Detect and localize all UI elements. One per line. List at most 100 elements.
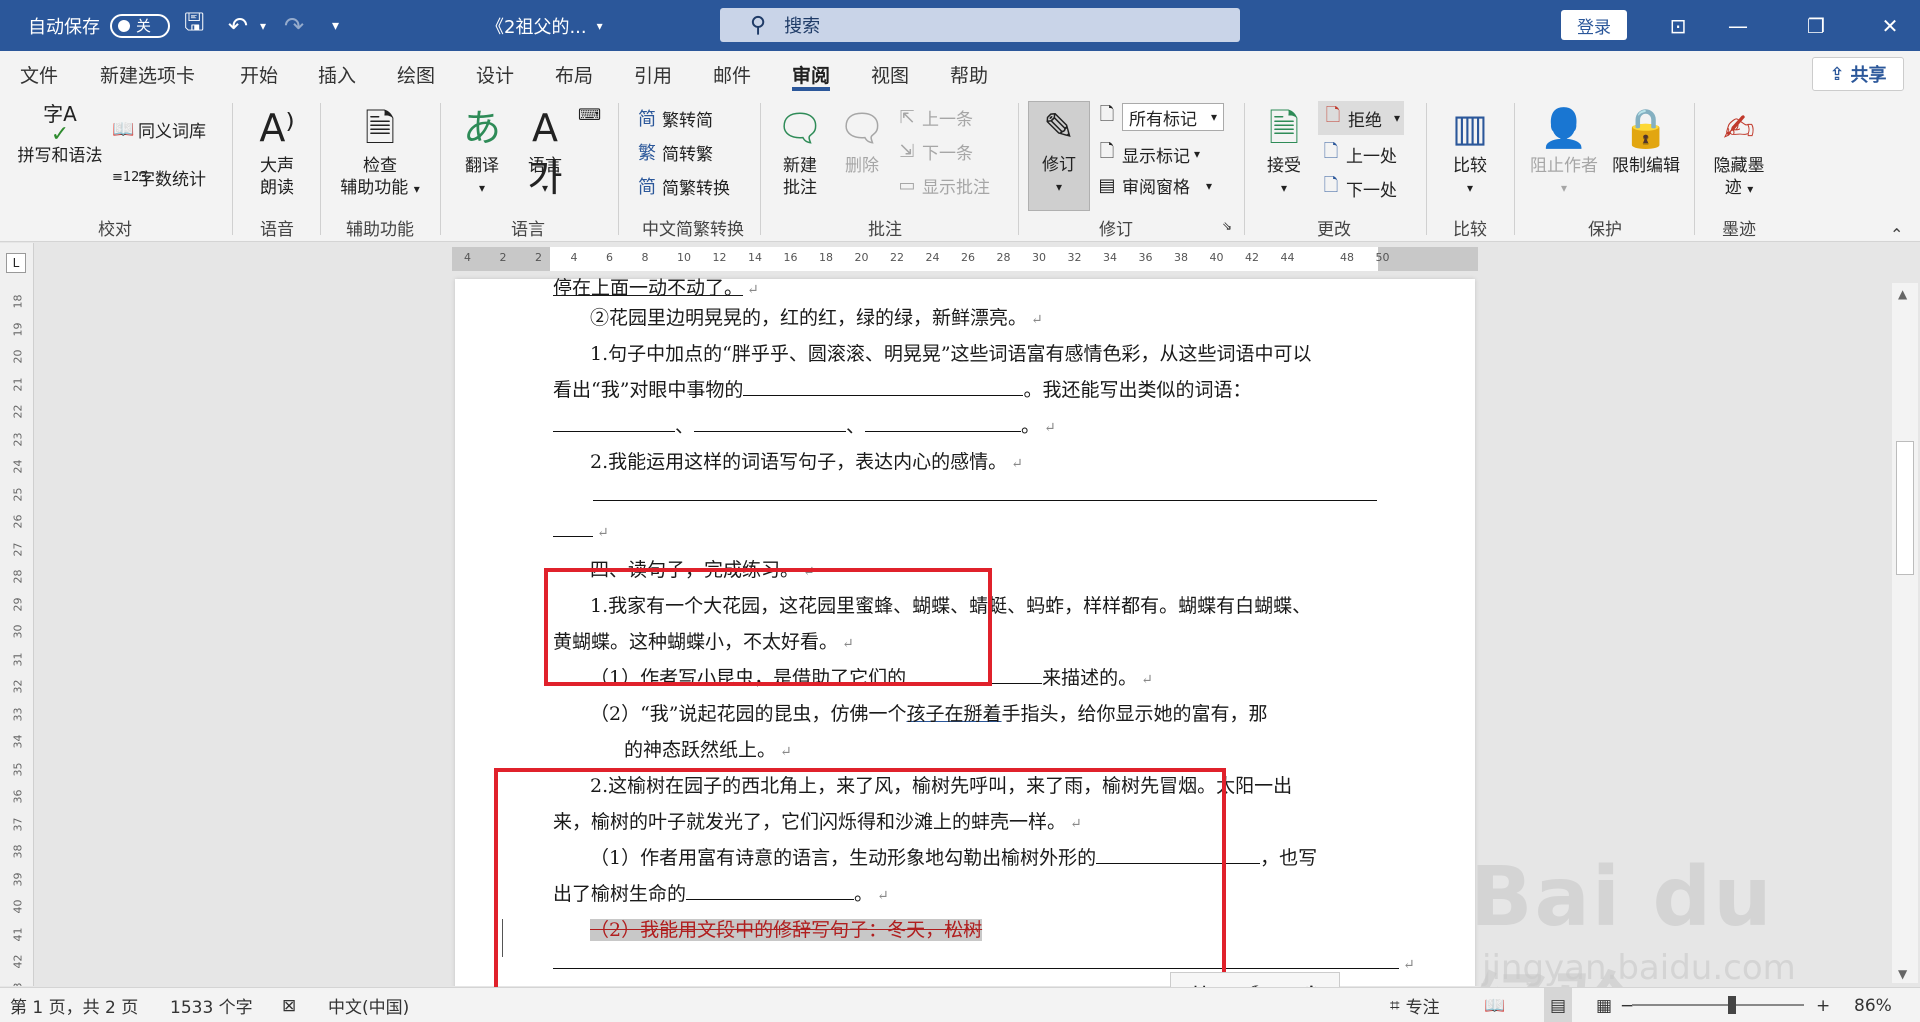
- next-change-button[interactable]: 🗋 下一处: [1320, 173, 1397, 203]
- zoom-slider-thumb[interactable]: [1727, 996, 1736, 1014]
- ruler-mark: 40: [1209, 251, 1224, 264]
- group-label-language: 语言: [511, 220, 545, 240]
- answer-line[interactable]: [593, 483, 1377, 506]
- collapse-ribbon-icon[interactable]: ⌃: [1890, 225, 1903, 244]
- tab-insert[interactable]: 插入: [318, 51, 356, 97]
- fill-blank[interactable]: [593, 483, 1377, 501]
- zoom-in-icon[interactable]: +: [1816, 988, 1830, 1022]
- check-accessibility-button[interactable]: 🗎 检查 辅助功能 ▾: [330, 103, 430, 200]
- autosave-toggle[interactable]: 关: [110, 0, 170, 51]
- share-button[interactable]: ⇪ 共享: [1812, 57, 1904, 91]
- previous-comment-icon: ⇱: [899, 107, 915, 128]
- text-line[interactable]: 、、。 ↵: [553, 411, 1056, 438]
- fill-blank[interactable]: [865, 414, 1022, 432]
- language-status[interactable]: 中文(中国): [328, 988, 409, 1022]
- answer-line[interactable]: ↵: [553, 519, 609, 542]
- text-line[interactable]: 1.句子中加点的“胖乎乎、圆滚滚、明晃晃”这些词语富有感情色彩，从这些词语中可以: [590, 339, 1312, 366]
- read-aloud-button[interactable]: A⁾ 大声 朗读: [246, 103, 308, 199]
- new-comment-button[interactable]: 🗨 新建 批注: [772, 103, 828, 199]
- tab-mailings[interactable]: 邮件: [713, 51, 751, 97]
- word-count-button[interactable]: ≡123 字数统计: [112, 165, 206, 190]
- restrict-editing-button[interactable]: 🔒 限制编辑: [1606, 103, 1686, 177]
- document-title[interactable]: 《2祖父的... ▾: [486, 0, 603, 51]
- hide-ink-button[interactable]: ✍ 隐藏墨 迹 ▾: [1704, 103, 1774, 200]
- close-icon[interactable]: ✕: [1860, 0, 1920, 51]
- focus-mode-button[interactable]: ⌗ 专注: [1390, 988, 1440, 1022]
- ruler-mark: 2: [535, 251, 542, 264]
- fill-blank[interactable]: [553, 519, 593, 537]
- search-box[interactable]: ⚲ 搜索: [720, 8, 1240, 42]
- minimize-icon[interactable]: —: [1708, 0, 1768, 51]
- redo-icon[interactable]: ↷: [284, 0, 304, 51]
- tab-view[interactable]: 视图: [871, 51, 909, 97]
- ruler-mark: 2: [499, 251, 507, 264]
- thesaurus-button[interactable]: 📖 同义词库: [112, 117, 206, 142]
- chevron-down-icon: ▾: [1055, 180, 1063, 194]
- tab-draw[interactable]: 绘图: [397, 51, 435, 97]
- tab-home[interactable]: 开始: [240, 51, 278, 97]
- zoom-slider[interactable]: [1632, 1004, 1804, 1006]
- tab-review[interactable]: 审阅: [792, 51, 831, 97]
- proofing-status-icon[interactable]: ⊠: [282, 988, 296, 1022]
- horizontal-ruler[interactable]: 4 2 2 4 6 8 10 12 14 16 18 20 22 24 26 28 30 32 34 36 38 40 42…: [452, 247, 1478, 271]
- undo-icon[interactable]: ↶: [228, 0, 248, 51]
- tab-help[interactable]: 帮助: [950, 51, 988, 97]
- tab-layout[interactable]: 布局: [555, 51, 593, 97]
- markup-select[interactable]: 🗋 所有标记 ▾: [1096, 102, 1225, 132]
- fill-blank[interactable]: [553, 414, 675, 432]
- accept-button[interactable]: 🗎 接受 ▾: [1254, 103, 1314, 199]
- customize-toolbar-icon[interactable]: ▾: [332, 0, 339, 51]
- show-comments-button[interactable]: ▭ 显示批注: [896, 173, 990, 198]
- block-authors-button[interactable]: 👤 阻止作者 ▾: [1524, 103, 1604, 199]
- track-changes-button[interactable]: ✎ 修订 ▾: [1028, 101, 1090, 211]
- text-line[interactable]: 2.我能运用这样的词语写句子，表达内心的感情。 ↵: [590, 447, 1023, 474]
- trad-to-simp-button[interactable]: 简繁转简: [636, 105, 713, 131]
- save-icon[interactable]: 🖫: [184, 0, 204, 51]
- next-comment-button[interactable]: ⇲ 下一条: [896, 139, 973, 164]
- show-markup-button[interactable]: 🗋 显示标记 ▾: [1096, 139, 1200, 169]
- read-aloud-icon: A⁾: [259, 106, 295, 150]
- text-line[interactable]: ②花园里边明晃晃的，红的红，绿的绿，新鲜漂亮。 ↵: [590, 303, 1043, 330]
- translate-button[interactable]: あ 翻译 ▾: [452, 103, 512, 199]
- tab-design[interactable]: 设计: [476, 51, 514, 97]
- vertical-ruler: L 18 19 20 21 22 23 24 25 26 27 28 29 30 31 32 33 34 35 36…: [0, 243, 34, 986]
- language-button[interactable]: A가 语言 ▾: [515, 103, 575, 200]
- compare-button[interactable]: ▥ 比较 ▾: [1440, 103, 1500, 199]
- print-layout-icon[interactable]: ▤: [1544, 988, 1573, 1022]
- scroll-thumb[interactable]: [1896, 441, 1914, 575]
- previous-change-button[interactable]: 🗋 上一处: [1320, 139, 1397, 169]
- previous-comment-button[interactable]: ⇱ 上一条: [896, 105, 973, 130]
- review-pane-button[interactable]: ▤ 审阅窗格 ▾: [1096, 173, 1212, 198]
- web-layout-icon[interactable]: ▦: [1596, 988, 1612, 1022]
- simp-to-trad-button[interactable]: 繁简转繁: [636, 139, 713, 165]
- tab-new[interactable]: 新建选项卡: [100, 51, 195, 97]
- fill-blank[interactable]: [743, 378, 1024, 396]
- fill-blank[interactable]: [694, 414, 847, 432]
- tab-references[interactable]: 引用: [634, 51, 672, 97]
- restore-icon[interactable]: ❐: [1786, 0, 1846, 51]
- tracking-dialog-launcher-icon[interactable]: ⇘: [1222, 219, 1232, 233]
- read-mode-icon[interactable]: 📖: [1484, 988, 1505, 1022]
- reject-button[interactable]: 🗋 拒绝 ▾: [1318, 101, 1405, 135]
- scroll-up-icon[interactable]: ▲: [1898, 287, 1907, 301]
- undo-dropdown-icon[interactable]: ▾: [260, 0, 266, 51]
- word-count[interactable]: 1533 个字: [170, 988, 253, 1022]
- text-line[interactable]: 看出“我”对眼中事物的 。我还能写出类似的词语：: [553, 375, 1251, 402]
- chevron-down-icon: ▾: [1280, 181, 1288, 195]
- toggle-knob-icon: [118, 19, 130, 32]
- vertical-scrollbar[interactable]: ▲ ▼: [1892, 283, 1918, 983]
- tab-file[interactable]: 文件: [20, 51, 58, 97]
- page-count[interactable]: 第 1 页，共 2 页: [10, 988, 138, 1022]
- login-button[interactable]: 登录: [1561, 10, 1627, 40]
- tab-selector-icon[interactable]: L: [6, 253, 26, 273]
- spelling-grammar-button[interactable]: 字A ✓ 拼写和语法: [14, 103, 106, 167]
- zoom-level[interactable]: 86%: [1854, 988, 1892, 1022]
- scroll-down-icon[interactable]: ▼: [1898, 967, 1907, 981]
- group-label-accessibility: 辅助功能: [346, 220, 414, 240]
- text-line[interactable]: 停在上面一动不动了。 ↵: [553, 273, 759, 300]
- keyboard-icon[interactable]: ⌨: [578, 105, 601, 124]
- ribbon-display-icon[interactable]: ⊡: [1648, 0, 1708, 51]
- delete-comment-button[interactable]: 🗨 删除: [834, 103, 890, 177]
- chinese-convert-button[interactable]: 简简繁转换: [636, 173, 730, 199]
- search-icon: ⚲: [750, 12, 767, 38]
